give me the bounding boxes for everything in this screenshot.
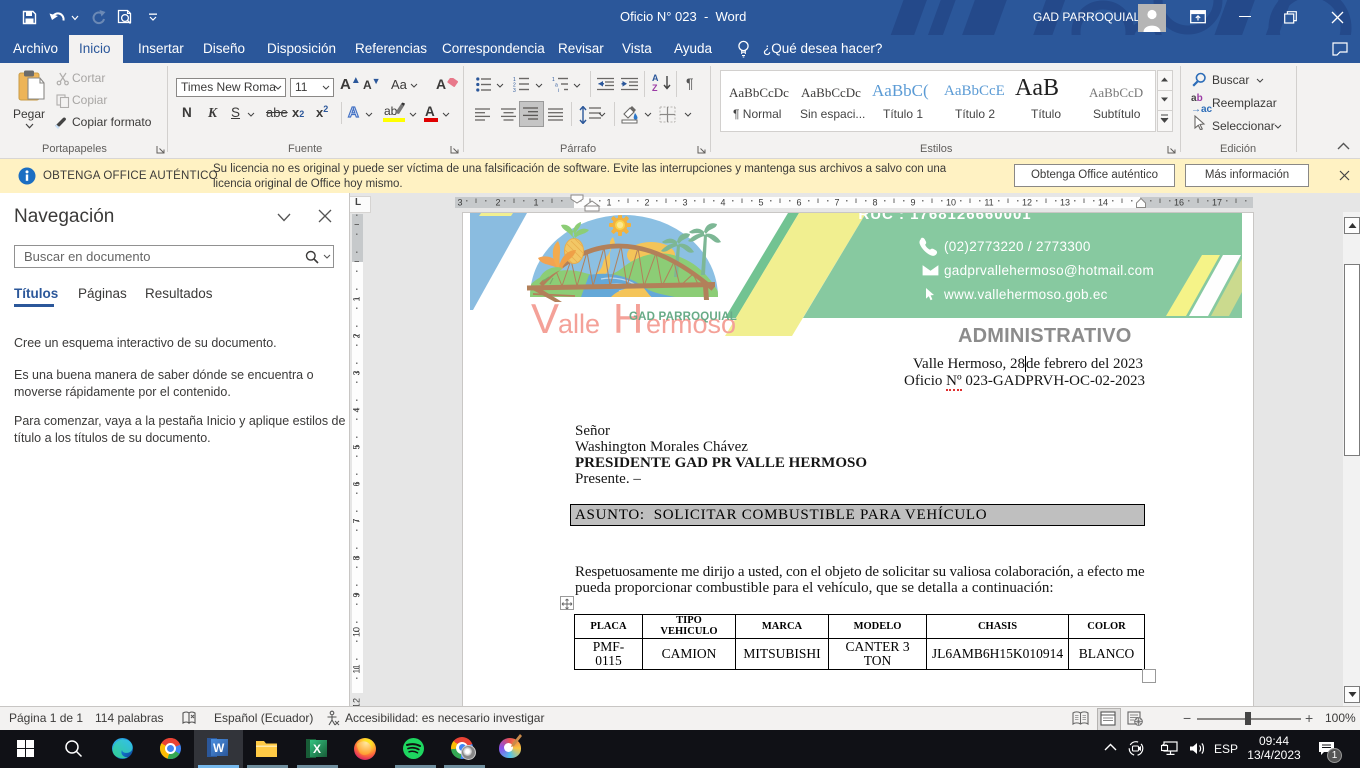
svg-text:2: 2 bbox=[644, 198, 649, 208]
svg-text:3: 3 bbox=[682, 198, 687, 208]
svg-text:10: 10 bbox=[352, 627, 362, 637]
svg-text:5: 5 bbox=[758, 198, 763, 208]
svg-text:7: 7 bbox=[352, 518, 362, 523]
svg-text:9: 9 bbox=[352, 592, 362, 597]
svg-text:4: 4 bbox=[720, 198, 725, 208]
svg-text:alle: alle bbox=[558, 309, 600, 339]
svg-text:8: 8 bbox=[352, 555, 362, 560]
svg-text:14: 14 bbox=[1098, 198, 1108, 208]
svg-text:2: 2 bbox=[495, 198, 500, 208]
svg-text:13: 13 bbox=[1060, 198, 1070, 208]
svg-text:1: 1 bbox=[533, 198, 538, 208]
svg-text:GAD PARROQUIAL: GAD PARROQUIAL bbox=[629, 311, 737, 323]
svg-text:12: 12 bbox=[1022, 198, 1032, 208]
svg-text:RUC : 1768126660001: RUC : 1768126660001 bbox=[858, 213, 1031, 223]
svg-text:8: 8 bbox=[872, 198, 877, 208]
svg-text:3: 3 bbox=[352, 370, 362, 375]
svg-text:3: 3 bbox=[457, 198, 462, 208]
svg-text:10: 10 bbox=[946, 198, 956, 208]
svg-text:i: i bbox=[558, 88, 559, 92]
svg-text:6: 6 bbox=[796, 198, 801, 208]
svg-text:3: 3 bbox=[513, 88, 516, 93]
svg-text:1: 1 bbox=[606, 198, 611, 208]
svg-text:11: 11 bbox=[984, 198, 993, 208]
svg-text:www.vallehermoso.gob.ec: www.vallehermoso.gob.ec bbox=[943, 287, 1108, 302]
svg-text:(02)2773220 / 2773300: (02)2773220 / 2773300 bbox=[944, 239, 1091, 254]
svg-text:gadprvallehermoso@hotmail.com: gadprvallehermoso@hotmail.com bbox=[944, 263, 1154, 278]
svg-text:7: 7 bbox=[834, 198, 839, 208]
svg-text:6: 6 bbox=[352, 481, 362, 486]
svg-text:1: 1 bbox=[352, 296, 362, 301]
svg-text:2: 2 bbox=[352, 333, 362, 338]
svg-text:V: V bbox=[531, 295, 559, 342]
svg-text:5: 5 bbox=[352, 444, 362, 449]
svg-text:4: 4 bbox=[352, 407, 362, 412]
svg-text:9: 9 bbox=[910, 198, 915, 208]
svg-text:11: 11 bbox=[352, 664, 362, 673]
svg-text:17: 17 bbox=[1212, 198, 1222, 208]
svg-text:16: 16 bbox=[1174, 198, 1184, 208]
svg-text:12: 12 bbox=[352, 698, 362, 706]
